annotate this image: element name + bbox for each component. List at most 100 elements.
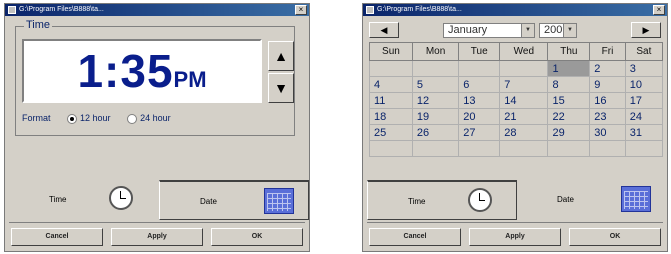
calendar-day-cell[interactable]: 14 <box>499 92 549 109</box>
calendar-day-cell[interactable]: 15 <box>547 92 591 109</box>
calendar-day-cell[interactable]: 1 <box>547 60 591 77</box>
calendar-day-cell[interactable]: 23 <box>589 108 626 125</box>
calendar-day-cell[interactable]: 12 <box>411 92 460 109</box>
calendar-day-cell[interactable]: 16 <box>589 92 626 109</box>
time-groupbox: Time 1:35PM ▲ ▼ Format 12 hour 24 hour <box>15 19 295 136</box>
next-month-button[interactable]: ▶ <box>631 22 661 38</box>
calendar-day-cell[interactable] <box>458 140 501 157</box>
clock-ampm: PM <box>173 67 207 92</box>
close-button[interactable]: × <box>295 5 307 15</box>
calendar-day-cell[interactable]: 20 <box>458 108 501 125</box>
tab-time[interactable]: Time <box>9 180 159 220</box>
calendar-day-cell[interactable]: 25 <box>369 124 413 141</box>
window-title: G:\Program Files\B888\ta... <box>377 6 462 13</box>
tab-date[interactable]: Date <box>159 180 309 220</box>
format-24-hour-label[interactable]: 24 hour <box>140 113 171 123</box>
calendar-day-cell[interactable]: 18 <box>369 108 413 125</box>
calendar-day-cell[interactable]: 22 <box>547 108 591 125</box>
calendar-week-row <box>369 140 664 157</box>
calendar-day-cell[interactable]: 26 <box>411 124 460 141</box>
month-value: January <box>448 24 488 36</box>
cancel-button[interactable]: Cancel <box>369 228 461 246</box>
app-icon <box>366 6 374 14</box>
month-select[interactable]: January ▼ <box>443 23 535 38</box>
calendar-day-cell[interactable]: 21 <box>499 108 549 125</box>
apply-button[interactable]: Apply <box>469 228 561 246</box>
cancel-button[interactable]: Cancel <box>11 228 103 246</box>
format-24-hour-radio[interactable] <box>127 113 138 124</box>
calendar-day-cell[interactable] <box>369 140 413 157</box>
clock-time: 1:35 <box>77 45 174 97</box>
weekday-header: Tue <box>458 42 501 61</box>
close-button[interactable]: × <box>653 5 665 15</box>
calendar-week-row: 4 5 6 7 8 9 10 <box>369 76 664 93</box>
tab-time[interactable]: Time <box>367 180 517 220</box>
ok-button[interactable]: OK <box>211 228 303 246</box>
calendar-day-cell[interactable]: 30 <box>589 124 626 141</box>
calendar-day-cell[interactable]: 11 <box>369 92 413 109</box>
calendar-day-cell[interactable]: 9 <box>589 76 626 93</box>
calendar-day-cell[interactable] <box>369 60 413 77</box>
weekday-header: Mon <box>411 42 460 61</box>
calendar-day-cell[interactable] <box>458 60 501 77</box>
calendar-day-cell[interactable] <box>411 60 460 77</box>
window-title: G:\Program Files\B888\ta... <box>19 6 104 13</box>
chevron-down-icon[interactable]: ▼ <box>521 24 534 37</box>
weekday-header: Thu <box>547 42 591 61</box>
calendar-week-row: 25 26 27 28 29 30 31 <box>369 124 664 141</box>
calendar-day-cell[interactable] <box>499 60 549 77</box>
calendar-icon <box>264 188 294 214</box>
weekday-header: Sun <box>369 42 413 61</box>
calendar-day-cell[interactable]: 4 <box>369 76 413 93</box>
format-12-hour-radio[interactable] <box>67 113 78 124</box>
weekday-header-row: Sun Mon Tue Wed Thu Fri Sat <box>369 42 664 61</box>
calendar-day-cell[interactable]: 6 <box>458 76 501 93</box>
calendar-day-cell[interactable]: 17 <box>624 92 664 109</box>
calendar-day-cell[interactable]: 29 <box>547 124 591 141</box>
calendar-week-row: 123 <box>369 60 664 77</box>
calendar-day-cell[interactable]: 28 <box>499 124 549 141</box>
weekday-header: Fri <box>589 42 626 61</box>
calendar-week-row: 18 19 20 21 22 23 24 <box>369 108 664 125</box>
calendar-day-cell[interactable]: 3 <box>624 60 664 77</box>
clock-display[interactable]: 1:35PM <box>22 39 262 103</box>
title-bar[interactable]: G:\Program Files\B888\ta... × <box>5 4 309 16</box>
calendar-day-cell[interactable]: 19 <box>411 108 460 125</box>
format-label: Format <box>22 113 51 123</box>
clock-icon <box>109 186 133 210</box>
calendar-day-cell[interactable]: 31 <box>624 124 664 141</box>
calendar-day-cell[interactable] <box>624 140 664 157</box>
calendar-grid: Sun Mon Tue Wed Thu Fri Sat 1 2 3 4 5 6 7 8 9 10 1… <box>369 42 664 157</box>
format-row: Format 12 hour 24 hour <box>22 113 171 124</box>
calendar-day-cell[interactable]: 24 <box>624 108 664 125</box>
time-group-label: Time <box>24 19 53 31</box>
calendar-day-cell[interactable]: 2 <box>589 60 626 77</box>
date-settings-window: G:\Program Files\B888\ta... × ◀ January … <box>362 3 668 252</box>
year-select[interactable]: 2009 ▼ <box>539 23 577 38</box>
calendar-day-cell[interactable]: 7 <box>499 76 549 93</box>
title-bar[interactable]: G:\Program Files\B888\ta... × <box>363 4 667 16</box>
calendar-icon <box>621 186 651 212</box>
time-decrement-button[interactable]: ▼ <box>268 73 294 103</box>
tab-date[interactable]: Date <box>517 180 667 220</box>
calendar-day-cell[interactable] <box>547 140 591 157</box>
calendar-day-cell[interactable] <box>499 140 549 157</box>
calendar-day-cell[interactable]: 10 <box>624 76 664 93</box>
calendar-day-cell[interactable]: 27 <box>458 124 501 141</box>
chevron-down-icon[interactable]: ▼ <box>563 24 576 37</box>
calendar-day-cell[interactable] <box>589 140 626 157</box>
format-12-hour-label[interactable]: 12 hour <box>80 113 111 123</box>
apply-button[interactable]: Apply <box>111 228 203 246</box>
tab-time-label: Time <box>408 197 426 206</box>
calendar-day-cell[interactable] <box>411 140 460 157</box>
calendar-nav: ◀ January ▼ 2009 ▼ ▶ <box>369 22 661 40</box>
weekday-header: Wed <box>499 42 549 61</box>
divider <box>9 222 305 223</box>
tab-date-label: Date <box>557 195 574 204</box>
calendar-day-cell[interactable]: 8 <box>547 76 591 93</box>
time-increment-button[interactable]: ▲ <box>268 41 294 71</box>
calendar-day-cell[interactable]: 13 <box>458 92 501 109</box>
calendar-day-cell[interactable]: 5 <box>411 76 460 93</box>
ok-button[interactable]: OK <box>569 228 661 246</box>
prev-month-button[interactable]: ◀ <box>369 22 399 38</box>
